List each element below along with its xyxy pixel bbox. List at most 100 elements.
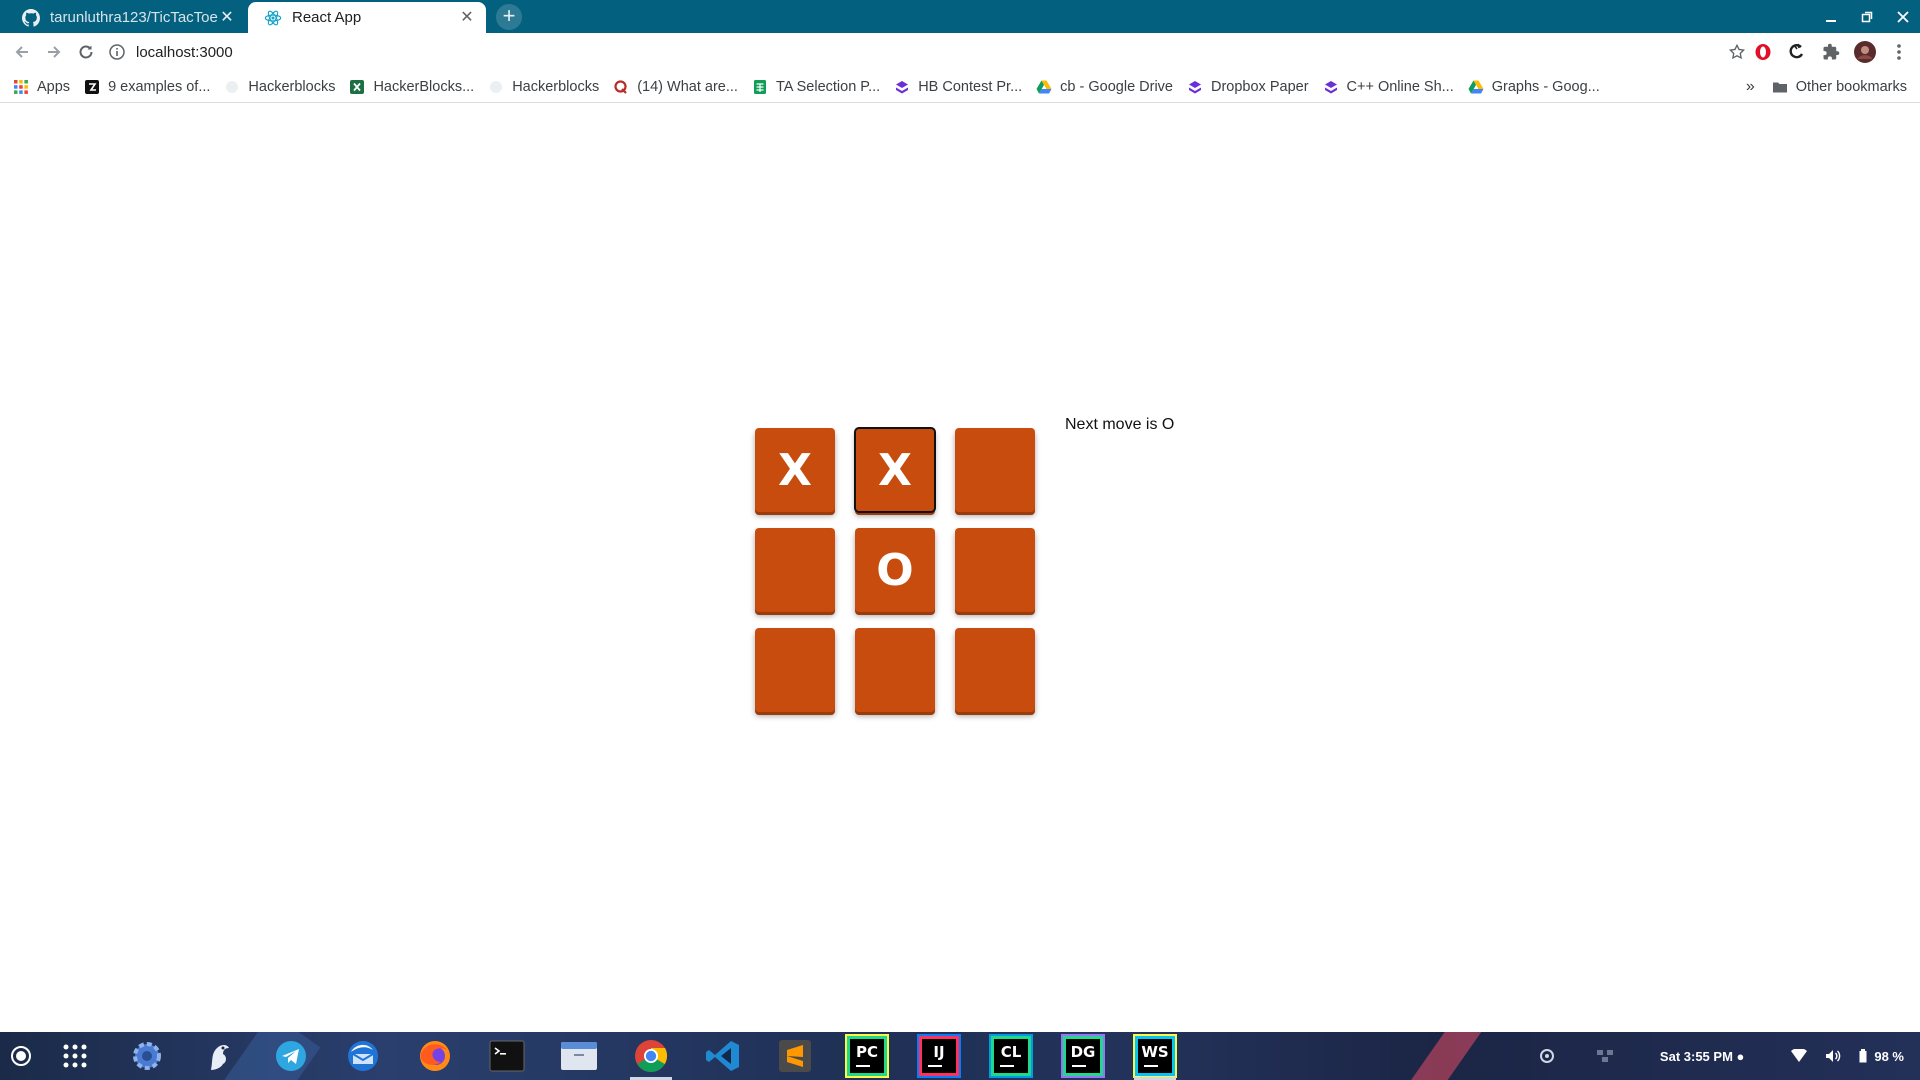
bookmark-graphs[interactable]: Graphs - Goog... <box>1461 73 1607 101</box>
app-grid-icon[interactable] <box>54 1035 96 1077</box>
menu-kebab-icon[interactable] <box>1888 41 1910 63</box>
bookmark-label: Hackerblocks <box>512 78 600 95</box>
volume-icon[interactable] <box>1824 1047 1842 1065</box>
back-arrow-icon[interactable] <box>8 38 36 66</box>
bookmark-ta-selection[interactable]: TA Selection P... <box>745 73 887 101</box>
new-tab-button[interactable]: + <box>496 4 522 30</box>
close-window-icon[interactable] <box>1894 8 1912 26</box>
chrome-icon[interactable] <box>630 1035 672 1080</box>
profile-avatar[interactable] <box>1854 41 1876 63</box>
browser-toolbar: localhost:3000 <box>0 33 1920 71</box>
excel-icon <box>350 79 365 94</box>
bookmark-9-examples[interactable]: 9 examples of... <box>77 73 217 101</box>
system-tray: Sat 3:55 PM ● 98 % <box>1538 1032 1904 1080</box>
bookmark-label: Other bookmarks <box>1795 78 1907 95</box>
bookmark-label: Graphs - Goog... <box>1491 78 1600 95</box>
bookmark-hb-contest[interactable]: HB Contest Pr... <box>887 73 1029 101</box>
tab-strip: tarunluthra123/TicTacToe ✕ React App ✕ + <box>0 0 1920 33</box>
bookmark-quora[interactable]: (14) What are... <box>606 73 745 101</box>
gnome-tweaks-icon[interactable] <box>198 1035 240 1077</box>
bookmark-label: cb - Google Drive <box>1060 78 1173 95</box>
extensions-puzzle-icon[interactable] <box>1820 41 1842 63</box>
board-square-8[interactable] <box>955 628 1035 712</box>
wifi-icon[interactable] <box>1790 1047 1808 1065</box>
settings-gear-icon[interactable] <box>126 1035 168 1077</box>
bookmark-dropbox-paper[interactable]: Dropbox Paper <box>1180 73 1316 101</box>
webstorm-icon[interactable]: WS <box>1134 1035 1176 1080</box>
battery-icon[interactable] <box>1858 1047 1868 1065</box>
bookmark-apps[interactable]: Apps <box>6 73 77 101</box>
bookmark-hackerblocks-sheet[interactable]: HackerBlocks... <box>342 73 481 101</box>
vscode-icon[interactable] <box>702 1035 744 1077</box>
board-square-5[interactable] <box>955 528 1035 612</box>
bookmark-label: 9 examples of... <box>108 78 211 95</box>
tab-title: tarunluthra123/TicTacToe <box>50 9 218 26</box>
board-square-1[interactable]: X <box>854 427 936 513</box>
game-status: Next move is O <box>1065 416 1175 433</box>
board-square-0[interactable]: X <box>755 428 835 512</box>
bookmark-faded-icon <box>226 80 239 93</box>
restore-icon[interactable] <box>1858 8 1876 26</box>
forward-arrow-icon[interactable] <box>40 38 68 66</box>
bookmark-label: Dropbox Paper <box>1211 78 1309 95</box>
bookmark-star-icon[interactable] <box>1726 41 1748 63</box>
sheets-icon <box>753 79 766 94</box>
board-square-4[interactable]: O <box>855 528 935 612</box>
github-icon <box>22 8 40 27</box>
taskbar: PC IJ CL DG WS Sat 3:55 PM ● 98 % <box>0 1032 1920 1080</box>
telegram-icon[interactable] <box>270 1035 312 1077</box>
tab-close-icon[interactable]: ✕ <box>218 9 236 27</box>
pycharm-icon[interactable]: PC <box>846 1035 888 1077</box>
bookmark-label: Hackerblocks <box>248 78 336 95</box>
opera-extension-icon[interactable] <box>1752 41 1774 63</box>
tab-react-app[interactable]: React App ✕ <box>248 2 486 33</box>
tab-github[interactable]: tarunluthra123/TicTacToe ✕ <box>6 2 246 33</box>
activities-icon[interactable] <box>8 1035 34 1077</box>
bookmark-hackerblocks[interactable]: Hackerblocks <box>217 73 342 101</box>
dropbox-paper-icon <box>896 80 909 93</box>
battery-percent: 98 % <box>1874 1048 1904 1064</box>
address-bar[interactable]: localhost:3000 <box>108 37 1748 67</box>
clock[interactable]: Sat 3:55 PM ● <box>1660 1049 1744 1064</box>
clion-icon[interactable]: CL <box>990 1035 1032 1077</box>
info-icon[interactable] <box>108 43 126 61</box>
tab-title: React App <box>292 9 362 26</box>
clion-logo: CL <box>994 1039 1028 1073</box>
extensions-area <box>1752 37 1910 67</box>
bookmark-black-icon <box>85 79 100 94</box>
bookmark-faded-icon <box>490 80 503 93</box>
drive-icon <box>1036 80 1052 93</box>
board-square-2[interactable] <box>955 428 1035 512</box>
bookmark-label: Apps <box>37 78 71 95</box>
bookmark-cpp-online[interactable]: C++ Online Sh... <box>1316 73 1461 101</box>
firefox-icon[interactable] <box>414 1035 456 1077</box>
more-bookmarks-chevron[interactable]: » <box>1736 73 1765 101</box>
board-square-3[interactable] <box>755 528 835 612</box>
board-square-6[interactable] <box>755 628 835 712</box>
privacy-indicator-icon[interactable] <box>1538 1047 1556 1065</box>
bookmark-hackerblocks-2[interactable]: Hackerblocks <box>481 73 606 101</box>
drive-icon <box>1468 80 1484 93</box>
sublime-text-icon[interactable] <box>774 1035 816 1077</box>
datagrip-icon[interactable]: DG <box>1062 1035 1104 1077</box>
tab-close-icon[interactable]: ✕ <box>458 9 476 27</box>
bookmark-other[interactable]: Other bookmarks <box>1765 73 1914 101</box>
network-share-icon[interactable] <box>1596 1047 1614 1065</box>
thunderbird-icon[interactable] <box>342 1035 384 1077</box>
bookmark-label: HackerBlocks... <box>373 78 475 95</box>
pycharm-logo: PC <box>850 1039 884 1073</box>
grammar-extension-icon[interactable] <box>1786 41 1808 63</box>
reload-icon[interactable] <box>72 38 100 66</box>
apps-grid-icon <box>14 79 28 94</box>
terminal-icon[interactable] <box>486 1035 528 1077</box>
files-folder-icon[interactable] <box>558 1035 600 1077</box>
bookmark-label: TA Selection P... <box>775 78 881 95</box>
minimize-icon[interactable] <box>1822 8 1840 26</box>
bookmark-label: HB Contest Pr... <box>918 78 1023 95</box>
react-icon <box>264 10 282 25</box>
board-square-7[interactable] <box>855 628 935 712</box>
bookmark-label: C++ Online Sh... <box>1346 78 1454 95</box>
bookmark-google-drive[interactable]: cb - Google Drive <box>1029 73 1180 101</box>
bookmark-label: (14) What are... <box>637 78 738 95</box>
intellij-icon[interactable]: IJ <box>918 1035 960 1077</box>
